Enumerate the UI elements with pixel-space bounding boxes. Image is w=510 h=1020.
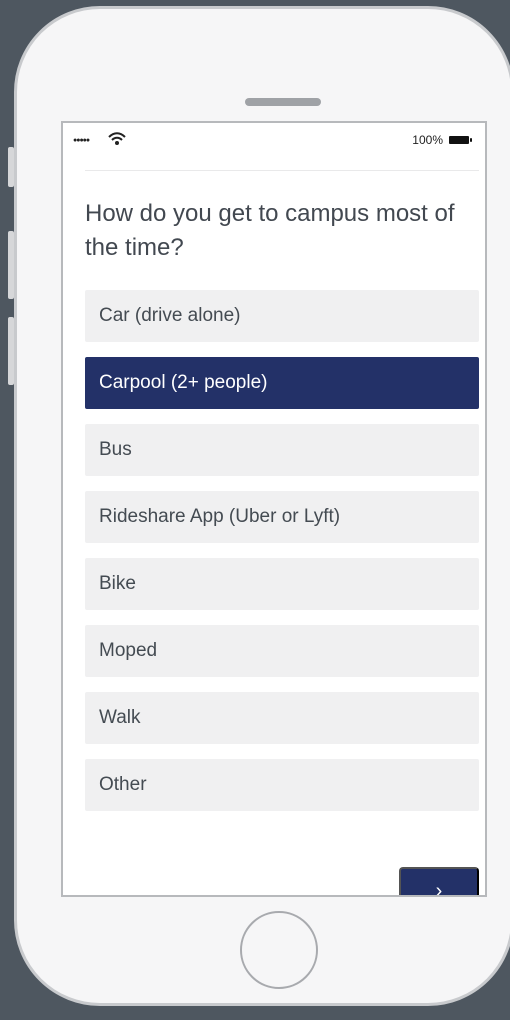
battery-percentage: 100% [412,133,443,147]
signal-dots: ●●●●● [73,137,90,144]
option-label: Car (drive alone) [99,305,241,326]
option-car-drive-alone[interactable]: Car (drive alone) [85,290,479,342]
volume-down-button [8,317,14,385]
option-carpool[interactable]: Carpool (2+ people) [85,357,479,409]
option-walk[interactable]: Walk [85,692,479,744]
earpiece-speaker [245,98,321,106]
option-bus[interactable]: Bus [85,424,479,476]
option-label: Bus [99,439,132,460]
wifi-icon [108,132,126,145]
phone-frame: ●●●●● 100% How do you get to campus most… [8,6,510,1006]
device-mockup-stage: ●●●●● 100% How do you get to campus most… [0,0,510,1020]
header-divider [85,170,479,171]
volume-up-button [8,231,14,299]
option-other[interactable]: Other [85,759,479,811]
option-moped[interactable]: Moped [85,625,479,677]
option-label: Carpool (2+ people) [99,372,268,393]
status-bar: ●●●●● 100% [73,131,479,151]
phone-screen: ●●●●● 100% How do you get to campus most… [61,121,487,897]
option-label: Bike [99,573,136,594]
battery-icon [449,136,472,144]
next-button[interactable]: › [399,867,479,897]
signal-strength: ●●●●● [73,131,143,151]
option-label: Rideshare App (Uber or Lyft) [99,506,341,527]
chevron-right-icon: › [435,880,443,897]
option-label: Moped [99,640,158,661]
side-button-top [8,147,14,187]
question-text: How do you get to campus most of the tim… [85,200,455,261]
answer-options-list: Car (drive alone) Carpool (2+ people) Bu… [85,290,479,826]
option-rideshare-app[interactable]: Rideshare App (Uber or Lyft) [85,491,479,543]
option-bike[interactable]: Bike [85,558,479,610]
option-label: Other [99,774,147,795]
home-button[interactable] [240,911,318,989]
option-label: Walk [99,707,141,728]
